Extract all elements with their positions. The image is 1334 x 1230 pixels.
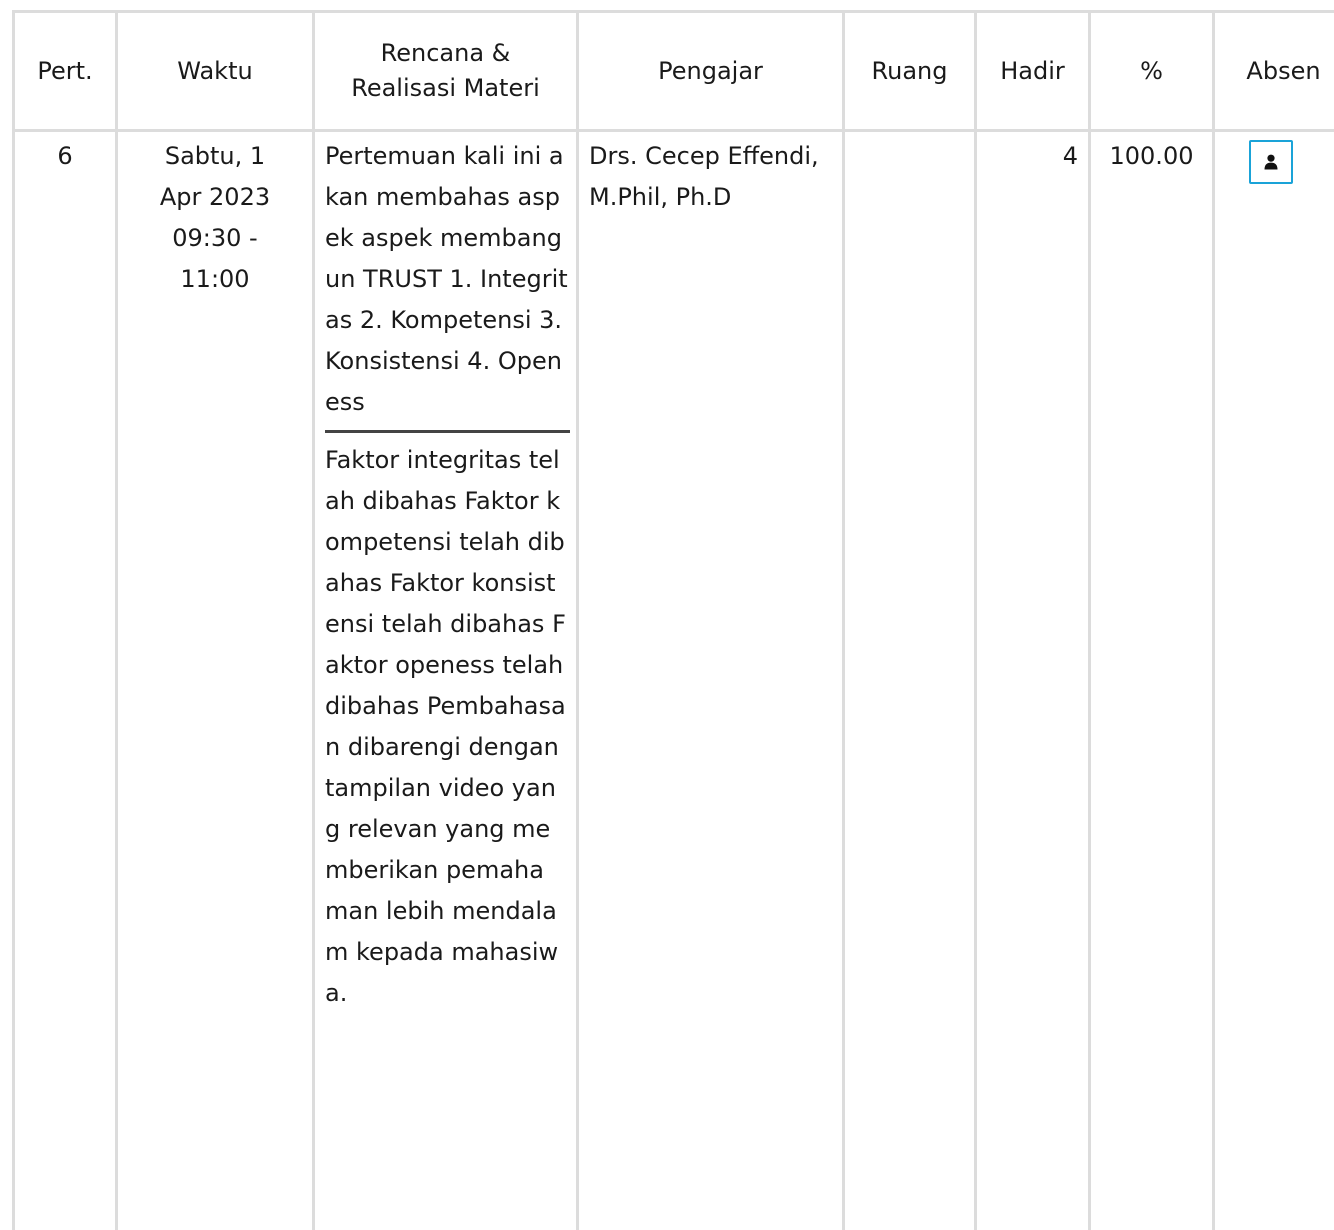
attendance-table: Pert. Waktu Rencana & Realisasi Materi P… [12, 10, 1334, 1230]
user-icon [1264, 154, 1278, 170]
cell-pengajar: Drs. Cecep Effendi, M.Phil, Ph.D [578, 131, 844, 1230]
rencana-materi: Pertemuan kali ini akan membahas aspek a… [325, 136, 570, 433]
cell-materi: Pertemuan kali ini akan membahas aspek a… [314, 131, 578, 1230]
cell-pert: 6 [14, 131, 117, 1230]
header-materi: Rencana & Realisasi Materi [314, 12, 578, 131]
waktu-day: Sabtu, 1 [128, 136, 302, 177]
realisasi-materi: Faktor integritas telah dibahas Faktor k… [325, 433, 566, 1014]
waktu-end: 11:00 [128, 259, 302, 300]
cell-ruang [844, 131, 976, 1230]
waktu-date: Apr 2023 [128, 177, 302, 218]
header-pengajar: Pengajar [578, 12, 844, 131]
cell-absen [1214, 131, 1334, 1230]
header-persen: % [1090, 12, 1214, 131]
table-header-row: Pert. Waktu Rencana & Realisasi Materi P… [14, 12, 1334, 131]
waktu-time: 09:30 - [128, 218, 302, 259]
cell-hadir: 4 [976, 131, 1090, 1230]
table-row: 6 Sabtu, 1 Apr 2023 09:30 - 11:00 Pertem… [14, 131, 1334, 1230]
header-ruang: Ruang [844, 12, 976, 131]
absen-button[interactable] [1249, 140, 1293, 184]
header-hadir: Hadir [976, 12, 1090, 131]
cell-waktu: Sabtu, 1 Apr 2023 09:30 - 11:00 [117, 131, 314, 1230]
header-absen: Absen [1214, 12, 1334, 131]
header-waktu: Waktu [117, 12, 314, 131]
cell-persen: 100.00 [1090, 131, 1214, 1230]
attendance-table-container: Pert. Waktu Rencana & Realisasi Materi P… [12, 10, 1334, 1230]
header-pert: Pert. [14, 12, 117, 131]
